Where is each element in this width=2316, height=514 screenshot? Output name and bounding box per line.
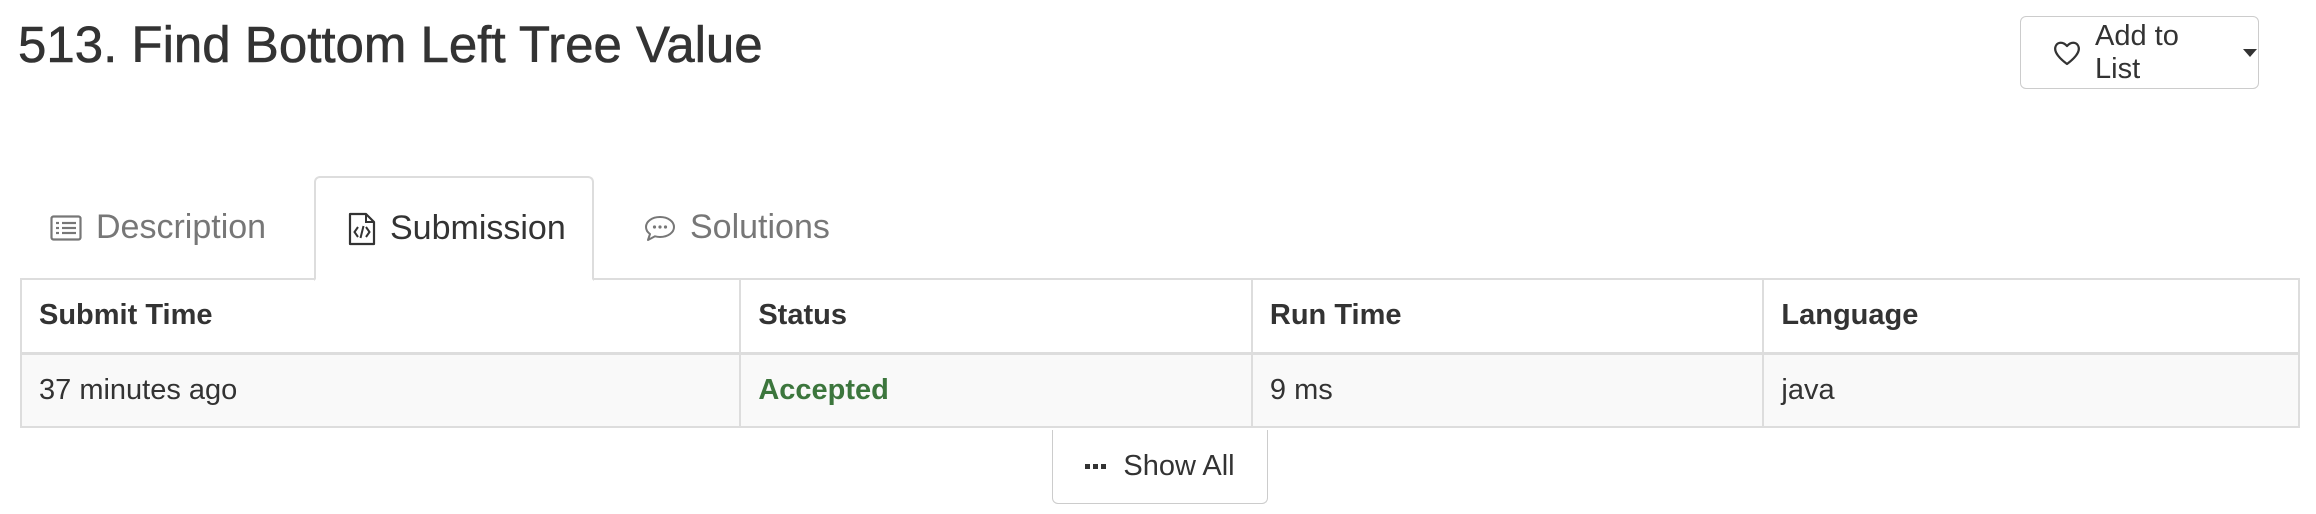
header-status: Status <box>739 279 1253 355</box>
submissions-table: Submit Time Status Run Time Language 37 … <box>19 279 2300 428</box>
header-language: Language <box>1762 279 2300 355</box>
add-to-list-label: Add to List <box>2095 19 2179 85</box>
header-run-time: Run Time <box>1250 279 1765 355</box>
tab-solutions[interactable]: Solutions <box>644 176 830 279</box>
code-file-icon <box>348 212 376 246</box>
heart-icon <box>2053 40 2081 66</box>
cell-status: Accepted <box>739 352 1253 428</box>
add-to-list-button[interactable]: Add to List <box>2020 16 2259 89</box>
table-row[interactable]: 37 minutes ago Accepted 9 ms java <box>19 352 2300 428</box>
caret-down-icon <box>2242 48 2258 58</box>
list-icon <box>50 214 82 241</box>
show-all-label: Show All <box>1123 450 1235 482</box>
tab-description-label: Description <box>96 208 267 246</box>
page-title: 513. Find Bottom Left Tree Value <box>18 16 763 74</box>
cell-submit-time: 37 minutes ago <box>19 352 742 428</box>
cell-run-time: 9 ms <box>1250 352 1765 428</box>
cell-language: java <box>1762 352 2300 428</box>
tab-submission[interactable]: Submission <box>314 176 594 281</box>
comment-icon <box>644 214 676 242</box>
show-all-button[interactable]: Show All <box>1052 430 1268 504</box>
page: 513. Find Bottom Left Tree Value Add to … <box>0 0 2316 514</box>
header-submit-time: Submit Time <box>19 279 742 355</box>
table-header-row: Submit Time Status Run Time Language <box>19 279 2300 355</box>
ellipsis-icon <box>1085 463 1107 470</box>
tab-description[interactable]: Description <box>50 176 266 279</box>
tab-submission-label: Submission <box>390 209 566 247</box>
status-accepted-link[interactable]: Accepted <box>758 374 889 406</box>
tab-solutions-label: Solutions <box>690 208 830 246</box>
